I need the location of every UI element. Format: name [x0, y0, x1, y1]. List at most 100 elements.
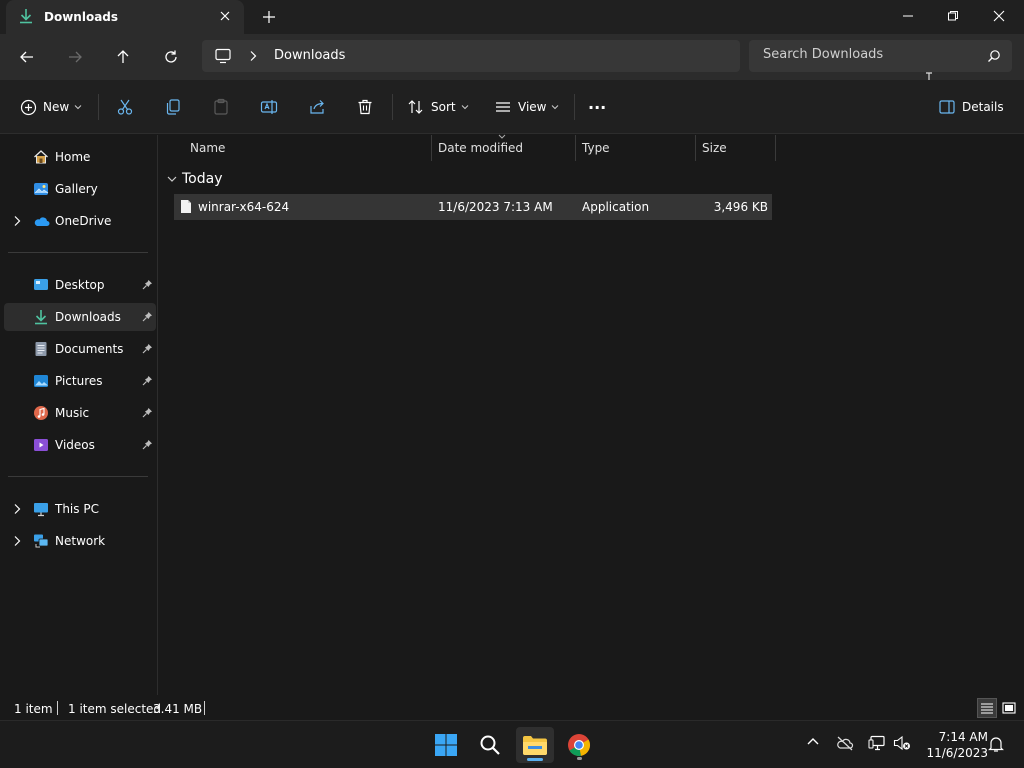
sidebar-item-gallery[interactable]: Gallery [4, 175, 156, 203]
table-row[interactable]: winrar-x64-624 11/6/2023 7:13 AM Applica… [174, 194, 772, 220]
pin-icon[interactable] [142, 279, 153, 290]
sidebar-item-music[interactable]: Music [4, 399, 156, 427]
sidebar-item-onedrive[interactable]: OneDrive [4, 207, 156, 235]
cut-button[interactable] [116, 95, 134, 119]
sidebar-item-home[interactable]: Home [4, 143, 156, 171]
music-icon [33, 405, 49, 421]
notification-bell-icon[interactable] [988, 735, 1004, 753]
forward-button[interactable] [63, 46, 87, 68]
paste-icon [214, 98, 228, 115]
minimize-button[interactable] [893, 6, 923, 26]
file-list: Name Date modified Type Size Today winra… [159, 134, 1024, 695]
paste-button[interactable] [212, 95, 230, 119]
windows-logo-icon [435, 734, 457, 756]
sidebar-item-this-pc[interactable]: This PC [4, 495, 156, 523]
sidebar-item-label: Documents [55, 342, 124, 356]
search-icon[interactable] [987, 49, 1001, 63]
share-icon [310, 100, 324, 114]
rename-icon [260, 100, 278, 114]
new-tab-button[interactable] [260, 8, 278, 26]
sort-icon [408, 100, 423, 114]
sidebar-item-pictures[interactable]: Pictures [4, 367, 156, 395]
delete-button[interactable] [356, 95, 374, 119]
taskbar-file-explorer[interactable] [516, 727, 554, 763]
divider [98, 94, 99, 120]
details-view-button[interactable] [977, 698, 997, 718]
network-status-icon[interactable] [868, 735, 886, 751]
chevron-up-icon[interactable] [806, 735, 820, 749]
chevron-right-icon[interactable] [12, 215, 22, 227]
file-size: 3,496 KB [713, 200, 768, 214]
documents-icon [33, 341, 49, 357]
pin-icon[interactable] [142, 311, 153, 322]
chevron-right-icon[interactable] [12, 503, 22, 515]
share-button[interactable] [308, 95, 326, 119]
view-list-icon [496, 102, 510, 112]
pin-icon[interactable] [142, 343, 153, 354]
rename-button[interactable] [260, 95, 278, 119]
sidebar-item-label: Pictures [55, 374, 103, 388]
column-header-date-modified[interactable]: Date modified [432, 134, 576, 161]
file-name: winrar-x64-624 [198, 200, 290, 214]
address-bar[interactable]: Downloads [202, 40, 740, 72]
search-box[interactable] [749, 40, 1012, 72]
restore-button[interactable] [938, 6, 968, 26]
back-button[interactable] [15, 46, 39, 68]
divider [392, 94, 393, 120]
sidebar-item-network[interactable]: Network [4, 527, 156, 555]
file-date-modified: 11/6/2023 7:13 AM [438, 200, 553, 214]
taskbar-clock[interactable]: 7:14 AM 11/6/2023 [918, 729, 988, 761]
chevron-down-icon [552, 105, 559, 110]
onedrive-icon [33, 213, 50, 229]
column-header-name[interactable]: Name [184, 135, 432, 161]
sidebar-item-documents[interactable]: Documents [4, 335, 156, 363]
close-window-button[interactable] [984, 6, 1014, 26]
sidebar-item-label: Music [55, 406, 90, 420]
chevron-right-icon[interactable] [248, 50, 258, 62]
start-button[interactable] [427, 727, 465, 763]
column-header-type[interactable]: Type [576, 135, 696, 161]
search-input[interactable] [763, 47, 963, 62]
download-arrow-icon [18, 8, 34, 24]
group-header-today[interactable]: Today [167, 169, 223, 189]
column-divider[interactable] [775, 135, 776, 161]
group-label: Today [182, 171, 223, 187]
taskbar-chrome[interactable] [560, 727, 598, 763]
view-label: View [518, 100, 547, 114]
copy-button[interactable] [164, 95, 182, 119]
chevron-right-icon[interactable] [12, 535, 22, 547]
pin-icon[interactable] [142, 375, 153, 386]
details-label: Details [962, 100, 1004, 114]
new-button[interactable]: New [20, 95, 82, 119]
item-count: 1 item [14, 702, 53, 716]
chevron-down-icon [167, 176, 177, 182]
divider [574, 94, 575, 120]
sidebar-item-videos[interactable]: Videos [4, 431, 156, 459]
breadcrumb-downloads[interactable]: Downloads [274, 48, 345, 63]
desktop-icon [33, 277, 49, 293]
clock-time: 7:14 AM [938, 730, 988, 744]
chevron-down-icon [74, 105, 82, 110]
sidebar-item-label: Desktop [55, 278, 105, 292]
sidebar-item-downloads[interactable]: Downloads [4, 303, 156, 331]
column-header-size[interactable]: Size [696, 135, 776, 161]
tab-downloads[interactable]: Downloads [6, 0, 244, 34]
taskbar-search-button[interactable] [471, 727, 509, 763]
details-button[interactable]: Details [938, 95, 1004, 119]
refresh-button[interactable] [159, 46, 183, 68]
speaker-muted-icon[interactable] [893, 735, 911, 751]
onedrive-offline-icon[interactable] [836, 735, 854, 751]
pin-icon[interactable] [142, 407, 153, 418]
sidebar-item-desktop[interactable]: Desktop [4, 271, 156, 299]
large-icons-view-button[interactable] [999, 698, 1019, 718]
sidebar-item-label: OneDrive [55, 214, 112, 228]
close-tab-icon[interactable] [218, 9, 232, 23]
active-app-indicator [527, 758, 543, 761]
up-button[interactable] [111, 46, 135, 68]
sort-button[interactable]: Sort [407, 95, 469, 119]
pin-icon[interactable] [142, 439, 153, 450]
see-more-button[interactable]: ··· [588, 95, 606, 119]
view-button[interactable]: View [494, 95, 559, 119]
tab-title: Downloads [44, 10, 119, 24]
title-bar: Downloads [0, 0, 1024, 34]
